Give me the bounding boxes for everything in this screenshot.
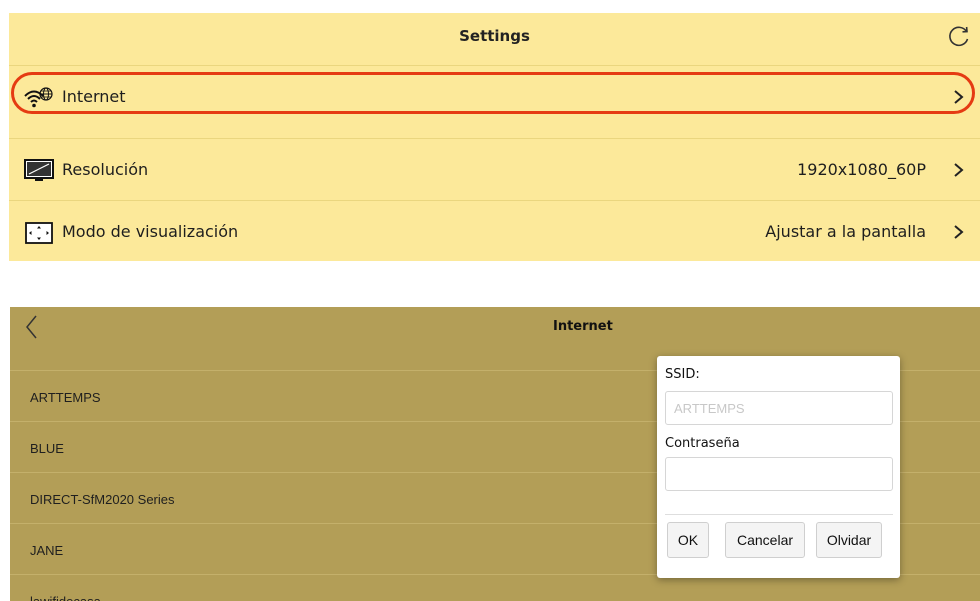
settings-header: Settings bbox=[9, 13, 980, 64]
password-input[interactable] bbox=[665, 457, 893, 491]
settings-row-internet[interactable]: Internet bbox=[9, 65, 980, 128]
settings-row-label: Modo de visualización bbox=[62, 222, 239, 241]
network-name: lawifidecasa bbox=[30, 594, 101, 601]
highlight-outline bbox=[11, 72, 975, 114]
network-name: BLUE bbox=[30, 441, 64, 456]
network-name: JANE bbox=[30, 543, 64, 558]
settings-title: Settings bbox=[459, 27, 530, 45]
settings-panel: Settings Internet Resolución 1920x1080_6… bbox=[9, 13, 980, 261]
ssid-label: SSID: bbox=[665, 367, 700, 382]
monitor-icon bbox=[24, 159, 54, 181]
chevron-right-icon bbox=[954, 225, 964, 239]
chevron-right-icon bbox=[954, 163, 964, 177]
network-row[interactable]: lawifidecasa bbox=[10, 574, 980, 601]
refresh-icon[interactable] bbox=[946, 23, 972, 49]
network-name: ARTTEMPS bbox=[30, 390, 101, 405]
cancel-button[interactable]: Cancelar bbox=[725, 522, 805, 558]
wifi-password-dialog: SSID: Contraseña OK Cancelar Olvidar bbox=[657, 356, 900, 578]
settings-row-label: Resolución bbox=[62, 160, 149, 179]
settings-row-display-mode[interactable]: Modo de visualización Ajustar a la panta… bbox=[9, 200, 980, 263]
password-label: Contraseña bbox=[665, 436, 740, 451]
settings-row-value: Ajustar a la pantalla bbox=[765, 222, 926, 241]
ok-button[interactable]: OK bbox=[667, 522, 709, 558]
network-name: DIRECT-SfM2020 Series bbox=[30, 492, 175, 507]
display-mode-icon bbox=[25, 222, 53, 244]
settings-row-resolution[interactable]: Resolución 1920x1080_60P bbox=[9, 138, 980, 201]
internet-title: Internet bbox=[553, 319, 613, 334]
dialog-divider bbox=[665, 514, 893, 515]
settings-row-value: 1920x1080_60P bbox=[797, 160, 926, 179]
ssid-input[interactable] bbox=[665, 391, 893, 425]
forget-button[interactable]: Olvidar bbox=[816, 522, 882, 558]
